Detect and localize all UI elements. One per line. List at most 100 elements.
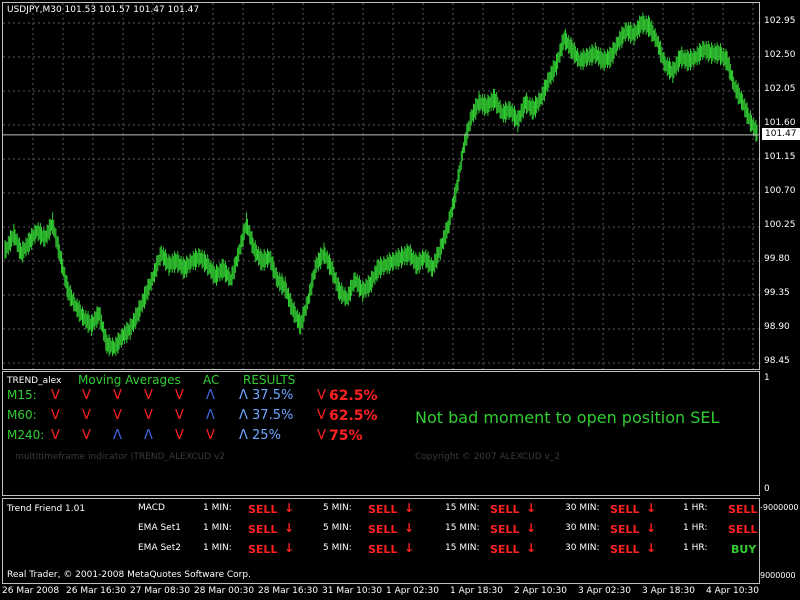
- trend-indicator-pane[interactable]: TREND_alex Moving Averages AC RESULTS M1…: [2, 371, 760, 496]
- friend-signal: SELL: [368, 503, 398, 516]
- friend-timeframe-label: 1 MIN:: [203, 523, 232, 533]
- friend-signal: SELL: [728, 523, 758, 536]
- time-tick-label: 3 Apr 02:30: [578, 586, 631, 596]
- result-down-percent: 75%: [329, 428, 363, 444]
- friend-signal: SELL: [248, 503, 278, 516]
- down-arrow-icon: ↓: [284, 501, 295, 515]
- down-arrow-icon: ↓: [526, 521, 537, 535]
- ma-signal: Λ: [113, 428, 122, 443]
- friend-timeframe-label: 5 MIN:: [323, 543, 352, 553]
- friend-signal: SELL: [490, 503, 520, 516]
- friend-signal: SELL: [728, 503, 758, 516]
- down-arrow-icon: ↓: [646, 521, 657, 535]
- trend-title: TREND_alex: [7, 376, 62, 386]
- ma-signal: V: [51, 428, 60, 443]
- down-arrow-icon: ↓: [526, 541, 537, 555]
- time-tick-label: 26 Mar 2008: [2, 586, 60, 596]
- price-tick-label: 101.60: [764, 118, 796, 128]
- ma-signal: V: [113, 408, 122, 423]
- friend-timeframe-label: 5 MIN:: [323, 523, 352, 533]
- results-header: RESULTS: [243, 373, 296, 387]
- chart-header: USDJPY,M30 101.53 101.57 101.47 101.47: [7, 5, 200, 15]
- time-tick-label: 1 Apr 02:30: [386, 586, 439, 596]
- current-price-label: 101.47: [762, 127, 800, 140]
- result-down-icon: V: [317, 408, 326, 423]
- down-arrow-icon: ↓: [404, 501, 415, 515]
- ma-signal: Λ: [144, 428, 153, 443]
- friend-signal: SELL: [610, 523, 640, 536]
- friend-scale-top: -9000000: [760, 503, 799, 512]
- result-down-percent: 62.5%: [329, 408, 378, 424]
- trend-row-label: M240:: [7, 428, 45, 442]
- down-arrow-icon: ↓: [404, 521, 415, 535]
- friend-row-name: MACD: [138, 503, 165, 513]
- ma-signal: V: [82, 428, 91, 443]
- down-arrow-icon: ↓: [526, 501, 537, 515]
- time-tick-label: 28 Mar 00:30: [194, 586, 255, 596]
- price-chart-pane[interactable]: USDJPY,M30 101.53 101.57 101.47 101.47: [2, 2, 760, 370]
- result-down-percent: 62.5%: [329, 388, 378, 404]
- ma-signal: V: [82, 388, 91, 403]
- friend-timeframe-label: 15 MIN:: [445, 523, 480, 533]
- friend-timeframe-label: 1 MIN:: [203, 543, 232, 553]
- friend-copyright: Real Trader, © 2001-2008 MetaQuotes Soft…: [7, 570, 251, 580]
- friend-timeframe-label: 5 MIN:: [323, 503, 352, 513]
- trend-friend-pane[interactable]: Trend Friend 1.01 MACD 1 MIN: SELL ↓ 5 MIN: S…: [2, 498, 760, 584]
- friend-timeframe-label: 1 HR:: [683, 543, 708, 553]
- friend-signal: SELL: [490, 543, 520, 556]
- friend-signal: SELL: [610, 543, 640, 556]
- ac-header: AC: [203, 373, 220, 387]
- friend-timeframe-label: 1 HR:: [683, 503, 708, 513]
- trend-scale-bottom: 0: [764, 484, 770, 494]
- ac-signal: Λ: [206, 408, 215, 423]
- ac-signal: V: [206, 428, 215, 443]
- price-scale[interactable]: 102.95 102.50 102.05 101.60 101.15 100.70 100.…: [762, 2, 800, 370]
- friend-timeframe-label: 30 MIN:: [565, 503, 600, 513]
- price-chart-svg[interactable]: [3, 3, 759, 369]
- result-up: Λ 37.5%: [239, 408, 294, 423]
- ma-signal: V: [51, 408, 60, 423]
- trend-footer-right: Copyright © 2007 ALEXCUD v_2: [415, 452, 561, 462]
- friend-signal: SELL: [248, 543, 278, 556]
- ma-signal: V: [144, 388, 153, 403]
- time-tick-label: 1 Apr 18:30: [450, 586, 503, 596]
- result-down-icon: V: [317, 428, 326, 443]
- price-tick-label: 98.45: [764, 356, 790, 366]
- time-tick-label: 3 Apr 18:30: [642, 586, 695, 596]
- down-arrow-icon: ↓: [646, 501, 657, 515]
- trend-row-label: M15:: [7, 388, 37, 402]
- price-tick-label: 99.80: [764, 254, 790, 264]
- friend-timeframe-label: 1 MIN:: [203, 503, 232, 513]
- down-arrow-icon: ↓: [646, 541, 657, 555]
- down-arrow-icon: ↓: [284, 521, 295, 535]
- trend-row-label: M60:: [7, 408, 37, 422]
- down-arrow-icon: ↓: [284, 541, 295, 555]
- price-tick-label: 99.35: [764, 288, 790, 298]
- result-up: Λ 25%: [239, 428, 281, 443]
- friend-timeframe-label: 15 MIN:: [445, 503, 480, 513]
- time-tick-label: 26 Mar 16:30: [66, 586, 127, 596]
- friend-timeframe-label: 30 MIN:: [565, 543, 600, 553]
- price-tick-label: 98.90: [764, 322, 790, 332]
- ma-signal: V: [175, 428, 184, 443]
- time-tick-label: 31 Mar 10:30: [322, 586, 383, 596]
- friend-signal: SELL: [490, 523, 520, 536]
- ma-signal: V: [175, 408, 184, 423]
- price-tick-label: 100.70: [764, 186, 796, 196]
- down-arrow-icon: ↓: [404, 541, 415, 555]
- friend-signal: BUY: [731, 543, 757, 556]
- ma-signal: V: [51, 388, 60, 403]
- result-down-icon: V: [317, 388, 326, 403]
- friend-row-name: EMA Set1: [138, 523, 181, 533]
- price-tick-label: 102.50: [764, 50, 796, 60]
- ma-header: Moving Averages: [78, 373, 181, 387]
- trend-footer-left: multitimeframe indicator \TREND_ALEXCUD …: [15, 452, 226, 462]
- time-tick-label: 2 Apr 10:30: [514, 586, 567, 596]
- price-tick-label: 102.95: [764, 16, 796, 26]
- friend-row-name: EMA Set2: [138, 543, 181, 553]
- friend-signal: SELL: [248, 523, 278, 536]
- ac-signal: Λ: [206, 388, 215, 403]
- friend-title: Trend Friend 1.01: [7, 504, 86, 514]
- time-tick-label: 27 Mar 08:30: [130, 586, 191, 596]
- time-axis: 26 Mar 2008 26 Mar 16:30 27 Mar 08:30 28 Ma…: [0, 586, 760, 600]
